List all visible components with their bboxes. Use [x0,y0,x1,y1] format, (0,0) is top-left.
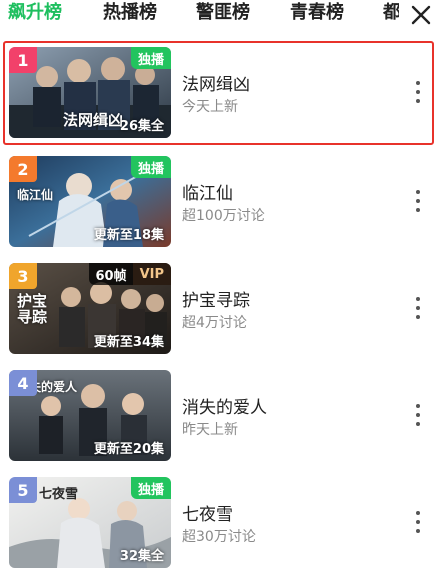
rank-badge: 1 [9,47,37,73]
episode-count: 更新至18集 [93,228,164,243]
poster-title-art: 护宝寻踪 [17,292,48,326]
more-options-button[interactable] [408,511,428,533]
poster-thumbnail[interactable]: 护宝寻踪 3 60帧 VIP 更新至34集 [9,263,171,354]
more-options-button[interactable] [408,190,428,212]
exclusive-badge: 独播 [130,477,171,499]
list-item-4[interactable]: 消失的爱人 4 更新至20集 消失的爱人 昨天上新 [0,364,446,464]
poster-title-art: 七夜雪 [39,487,79,502]
episode-count: 更新至34集 [93,335,164,350]
show-subtitle: 昨天上新 [182,422,238,438]
poster-title-art: 法网缉凶 [63,111,124,129]
episode-count: 更新至20集 [93,442,164,457]
exclusive-badge: 独播 [130,156,171,178]
ranking-tabs: 飙升榜 热播榜 警匪榜 青春榜 都 [0,0,446,36]
tab-youth[interactable]: 青春榜 [290,1,344,25]
show-title[interactable]: 消失的爱人 [182,393,267,418]
more-options-button[interactable] [408,297,428,319]
tab-crime[interactable]: 警匪榜 [196,1,250,25]
rank-badge: 5 [9,477,37,503]
tab-partial[interactable]: 都 [383,1,399,25]
ranking-screen: 飙升榜 热播榜 警匪榜 青春榜 都 法网缉凶 1 独播 26集全 法网缉凶 今天… [0,0,446,572]
poster-thumbnail[interactable]: 法网缉凶 1 独播 26集全 [9,47,171,138]
list-item-1[interactable]: 法网缉凶 1 独播 26集全 法网缉凶 今天上新 [0,41,446,145]
exclusive-badge: 独播 [130,47,171,69]
more-vertical-icon [416,297,420,301]
list-item-3[interactable]: 护宝寻踪 3 60帧 VIP 更新至34集 护宝寻踪 超4万讨论 [0,257,446,357]
show-title[interactable]: 七夜雪 [182,500,233,525]
show-subtitle: 超30万讨论 [182,529,256,545]
show-title[interactable]: 护宝寻踪 [182,286,250,311]
show-subtitle: 今天上新 [182,99,238,115]
show-subtitle: 超100万讨论 [182,208,265,224]
poster-thumbnail[interactable]: 消失的爱人 4 更新至20集 [9,370,171,461]
more-vertical-icon [416,81,420,85]
badge-group: 60帧 VIP [89,263,171,285]
more-vertical-icon [416,404,420,408]
more-options-button[interactable] [408,404,428,426]
close-x-icon [411,5,431,25]
list-item-5[interactable]: 七夜雪 5 独播 32集全 七夜雪 超30万讨论 [0,471,446,571]
episode-count: 26集全 [119,119,164,134]
more-vertical-icon [416,511,420,515]
vip-badge: VIP [132,263,171,285]
episode-count: 32集全 [119,549,164,564]
poster-thumbnail[interactable]: 临江仙 2 独播 更新至18集 [9,156,171,247]
list-item-2[interactable]: 临江仙 2 独播 更新至18集 临江仙 超100万讨论 [0,150,446,250]
more-options-button[interactable] [408,81,428,103]
more-vertical-icon [416,190,420,194]
poster-title-art: 临江仙 [17,188,54,202]
rank-badge: 4 [9,370,37,396]
show-title[interactable]: 临江仙 [182,179,233,204]
show-subtitle: 超4万讨论 [182,315,247,331]
poster-thumbnail[interactable]: 七夜雪 5 独播 32集全 [9,477,171,568]
close-button[interactable] [408,4,434,26]
fps-badge: 60帧 [89,263,133,285]
tab-hot[interactable]: 热播榜 [103,1,157,25]
show-title[interactable]: 法网缉凶 [182,70,250,95]
rank-badge: 2 [9,156,37,182]
tab-rising[interactable]: 飙升榜 [8,1,62,25]
rank-badge: 3 [9,263,37,289]
